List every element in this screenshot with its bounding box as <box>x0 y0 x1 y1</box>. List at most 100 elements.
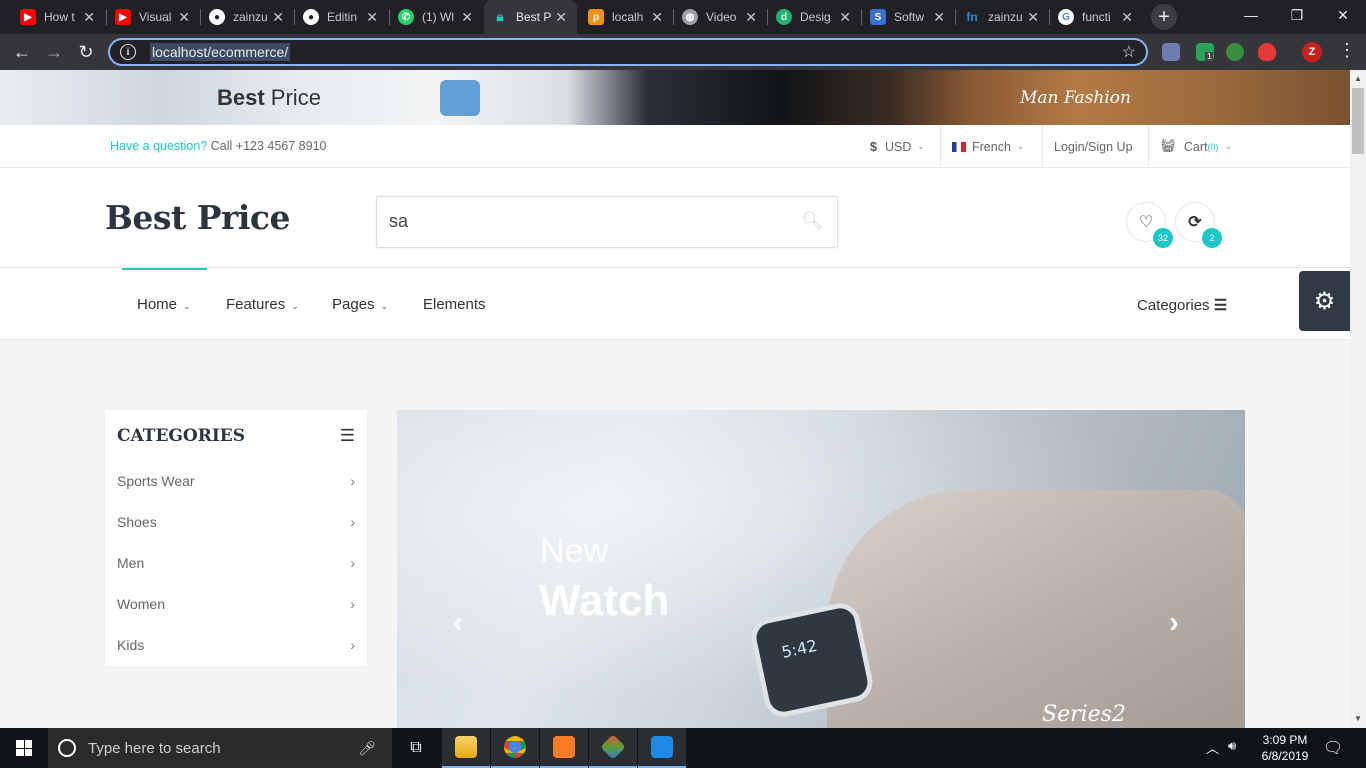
search-value: sa <box>389 211 409 231</box>
close-icon[interactable]: ✕ <box>745 9 757 26</box>
profile-avatar[interactable]: Z <box>1302 42 1322 62</box>
search-input[interactable]: sa 🔍︎ <box>376 196 838 248</box>
new-tab-button[interactable]: + <box>1151 4 1177 30</box>
scroll-down-icon[interactable]: ▼ <box>1354 714 1362 723</box>
nav-item-home[interactable]: Home ⌄ <box>137 296 191 313</box>
chevron-right-icon: › <box>350 514 355 530</box>
hamburger-icon[interactable]: ☰ <box>340 426 355 446</box>
windows-start-icon[interactable] <box>16 740 32 756</box>
active-nav-indicator <box>122 268 207 270</box>
close-icon[interactable]: ✕ <box>178 9 190 26</box>
top-banner[interactable]: Best Price Man Fashion <box>0 70 1350 125</box>
back-button[interactable]: ← <box>10 40 34 64</box>
nav-item-features[interactable]: Features ⌄ <box>226 296 299 313</box>
windows-taskbar: Type here to search 🎤︎ ⧉ ︿ 🔊︎ 3:09 PM 6/… <box>0 728 1366 768</box>
scrollbar-thumb[interactable] <box>1352 88 1364 154</box>
slider-next-arrow-icon[interactable]: › <box>1169 606 1179 640</box>
settings-gear-button[interactable]: ⚙ <box>1299 271 1350 331</box>
info-icon[interactable]: i <box>120 44 136 60</box>
site-logo[interactable]: Best Price <box>105 198 291 237</box>
language-selector[interactable]: French ⌄ <box>952 125 1024 168</box>
category-item[interactable]: Men › <box>117 555 355 571</box>
volume-icon[interactable]: 🔊︎ <box>1228 738 1236 754</box>
slider-prev-arrow-icon[interactable]: ‹ <box>453 606 463 640</box>
nav-item-elements[interactable]: Elements <box>423 296 486 313</box>
close-icon[interactable]: ✕ <box>461 9 473 26</box>
close-icon[interactable]: ✕ <box>839 9 851 26</box>
forward-button[interactable]: → <box>42 40 66 64</box>
browser-tab[interactable]: ◍ Video ✕ <box>674 0 767 34</box>
browser-tab[interactable]: ▶ Visual ✕ <box>107 0 200 34</box>
nav-item-pages[interactable]: Pages ⌄ <box>332 296 388 313</box>
question-link[interactable]: Have a question? <box>110 139 207 153</box>
page-scrollbar[interactable]: ▲ ▼ <box>1350 70 1366 728</box>
close-icon[interactable]: ✕ <box>366 9 378 26</box>
category-item[interactable]: Kids › <box>117 637 355 653</box>
close-icon[interactable]: ✕ <box>83 9 95 26</box>
refresh-icon: ⟳ <box>1188 214 1202 231</box>
top-info-bar: Have a question? Call +123 4567 8910 $ U… <box>0 125 1350 168</box>
tray-chevron-icon[interactable]: ︿ <box>1206 738 1219 757</box>
category-item[interactable]: Women › <box>117 596 355 612</box>
chevron-right-icon: › <box>350 555 355 571</box>
notification-icon[interactable]: 🗨︎ <box>1323 738 1343 758</box>
browser-toolbar: ← → ↻ i localhost/ecommerce/ ☆ 1 Z ⋮ <box>0 34 1366 70</box>
address-bar[interactable]: i localhost/ecommerce/ ☆ <box>108 38 1148 66</box>
categories-title: CATEGORIES <box>117 426 246 446</box>
menu-dots-icon[interactable]: ⋮ <box>1338 40 1356 61</box>
browser-tab[interactable]: p localh ✕ <box>580 0 673 34</box>
url-text[interactable]: localhost/ecommerce/ <box>150 43 291 61</box>
france-flag-icon <box>952 141 966 152</box>
minimize-button[interactable]: — <box>1228 0 1274 30</box>
currency-label: USD <box>884 139 912 154</box>
contact-info: Have a question? Call +123 4567 8910 <box>110 139 327 153</box>
category-item[interactable]: Sports Wear › <box>117 473 355 489</box>
bookmark-star-icon[interactable]: ☆ <box>1122 42 1136 62</box>
xampp-taskbar-button[interactable] <box>540 728 588 768</box>
reload-button[interactable]: ↻ <box>74 40 98 64</box>
search-icon[interactable]: 🔍︎ <box>801 211 823 231</box>
hero-slider[interactable]: 5:42 New Watch Series2 ‹ › <box>397 410 1245 728</box>
browser-tab[interactable]: ● zainzu ✕ <box>201 0 294 34</box>
close-icon[interactable]: ✕ <box>272 9 284 26</box>
browser-tab[interactable]: ▶ How t ✕ <box>12 0 105 34</box>
task-view-button[interactable]: ⧉ <box>392 728 440 768</box>
extension-icon[interactable] <box>1162 43 1180 61</box>
task-view-icon: ⧉ <box>410 739 422 756</box>
browser-tab[interactable]: ● Editin ✕ <box>295 0 388 34</box>
close-icon[interactable]: ✕ <box>555 9 567 26</box>
scroll-up-icon[interactable]: ▲ <box>1354 74 1362 83</box>
restore-button[interactable]: ❐ <box>1274 0 1320 30</box>
git-taskbar-button[interactable] <box>589 728 637 768</box>
login-link[interactable]: Login/Sign Up <box>1054 125 1133 168</box>
git-icon <box>600 734 626 760</box>
close-icon[interactable]: ✕ <box>651 9 663 26</box>
browser-tab-active[interactable]: 🔒︎ Best P ✕ <box>484 0 577 34</box>
tab-title: zainzu <box>988 10 1023 24</box>
shield-extension-icon[interactable]: 1 <box>1196 43 1214 61</box>
tab-title: Softw <box>894 10 925 24</box>
file-explorer-button[interactable] <box>442 728 490 768</box>
browser-tab[interactable]: d Desig ✕ <box>768 0 861 34</box>
cart-dropdown[interactable]: 🧺︎ Cart (0) ⌄ <box>1160 125 1232 168</box>
categories-menu-button[interactable]: Categories ☰ <box>1137 296 1227 314</box>
currency-selector[interactable]: $ USD ⌄ <box>870 125 925 168</box>
browser-tab[interactable]: ✆ (1) Wl ✕ <box>390 0 483 34</box>
close-icon[interactable]: ✕ <box>933 9 945 26</box>
browser-tab[interactable]: fn zainzu ✕ <box>956 0 1049 34</box>
main-nav: Home ⌄ Features ⌄ Pages ⌄ Elements Categori… <box>0 268 1350 340</box>
adblock-extension-icon[interactable] <box>1258 43 1276 61</box>
category-item[interactable]: Shoes › <box>117 514 355 530</box>
close-icon[interactable]: ✕ <box>1027 9 1039 26</box>
taskbar-clock[interactable]: 3:09 PM 6/8/2019 <box>1252 732 1318 764</box>
close-window-button[interactable]: ✕ <box>1320 0 1366 30</box>
microphone-icon[interactable]: 🎤︎ <box>358 740 376 757</box>
browser-tab[interactable]: S Softw ✕ <box>862 0 955 34</box>
software-icon: S <box>870 9 886 25</box>
vscode-taskbar-button[interactable] <box>638 728 686 768</box>
chrome-taskbar-button[interactable] <box>491 728 539 768</box>
browser-tab[interactable]: G functi ✕ <box>1050 0 1143 34</box>
globe-extension-icon[interactable] <box>1226 43 1244 61</box>
taskbar-search-box[interactable]: Type here to search 🎤︎ <box>48 728 392 768</box>
close-icon[interactable]: ✕ <box>1121 9 1133 26</box>
